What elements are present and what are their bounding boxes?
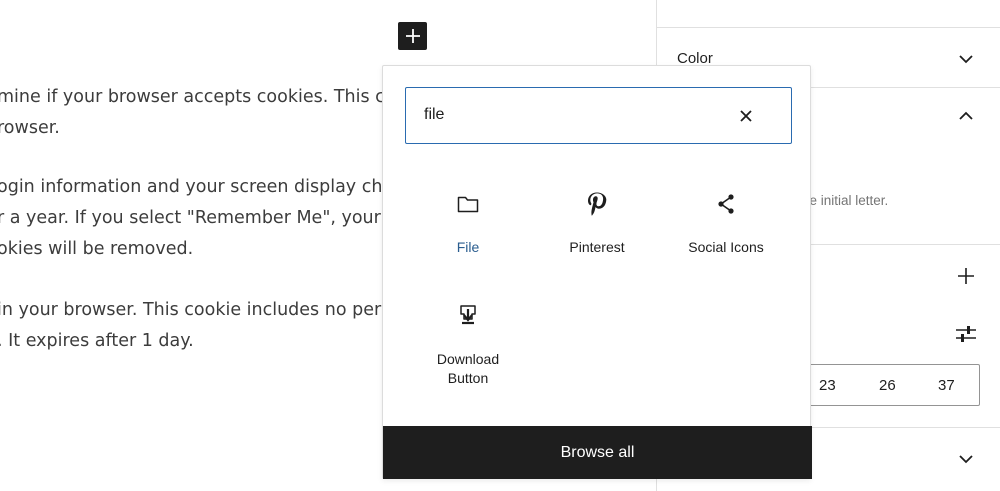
paragraph-line: ogin information and your screen display…	[0, 177, 428, 197]
block-search-input[interactable]	[424, 100, 724, 130]
plus-icon	[405, 29, 420, 43]
chevron-down-icon[interactable]	[956, 449, 976, 469]
block-inserter-popover: File Pinterest Social Icons	[382, 65, 812, 479]
paragraph-line: okies will be removed.	[0, 239, 194, 259]
clear-search-button[interactable]	[732, 102, 760, 130]
block-item-label: Download Button	[408, 350, 528, 388]
block-item-label: Social Icons	[688, 239, 764, 255]
folder-icon	[456, 192, 480, 216]
download-icon	[456, 303, 480, 327]
font-size-option[interactable]: 26	[879, 377, 896, 394]
paragraph-block[interactable]: in your browser. This cookie includes no…	[0, 295, 428, 357]
block-item-pinterest[interactable]: Pinterest	[537, 192, 657, 292]
paragraph-line: r a year. If you select "Remember Me", y…	[0, 208, 430, 228]
block-item-social-icons[interactable]: Social Icons	[666, 192, 786, 292]
pinterest-icon	[585, 192, 609, 216]
block-item-label-line: Button	[447, 370, 489, 386]
block-item-label-line: Download	[436, 351, 500, 367]
block-item-download-button[interactable]: Download Button	[408, 303, 528, 403]
chevron-up-icon[interactable]	[956, 105, 976, 125]
block-item-label: File	[456, 239, 480, 255]
paragraph-line: mine if your browser accepts cookies. Th…	[0, 87, 432, 107]
font-size-option[interactable]: 23	[819, 377, 836, 394]
font-size-option[interactable]: 37	[938, 377, 955, 394]
block-inserter-toggle[interactable]	[398, 22, 427, 50]
paragraph-block[interactable]: mine if your browser accepts cookies. Th…	[0, 82, 432, 144]
close-icon	[740, 110, 752, 122]
paragraph-line: in your browser. This cookie includes no…	[0, 300, 428, 320]
plus-icon[interactable]	[954, 264, 978, 288]
browse-all-button[interactable]: Browse all	[383, 426, 812, 479]
panel-divider	[657, 27, 1000, 28]
paragraph-line: . It expires after 1 day.	[0, 331, 194, 351]
paragraph-block[interactable]: ogin information and your screen display…	[0, 172, 429, 265]
paragraph-line: rowser.	[0, 118, 60, 138]
block-item-label: Pinterest	[569, 239, 625, 255]
sliders-icon[interactable]	[954, 322, 978, 346]
block-search-box	[405, 87, 792, 144]
block-item-file[interactable]: File	[408, 192, 528, 292]
chevron-down-icon[interactable]	[956, 49, 976, 69]
share-icon	[714, 192, 738, 216]
